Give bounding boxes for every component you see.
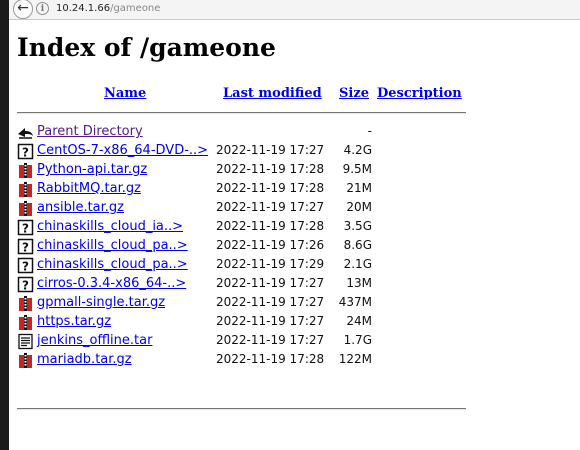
file-link[interactable]: RabbitMQ.tar.gz <box>37 181 141 196</box>
size-cell: 8.6G <box>343 238 372 252</box>
last-modified-cell: 2022-11-19 17:27 <box>216 314 325 328</box>
last-modified-cell: 2022-11-19 17:26 <box>216 238 325 252</box>
file-link[interactable]: jenkins_offline.tar <box>37 333 152 348</box>
url-path: /gameone <box>110 3 161 14</box>
last-modified-cell: 2022-11-19 17:27 <box>216 276 325 290</box>
file-row: gpmall-single.tar.gz 2022-11-19 17:27 437M <box>17 294 477 313</box>
last-modified-cell: 2022-11-19 17:28 <box>216 162 325 176</box>
size-cell: 437M <box>338 295 372 309</box>
unknown-file-icon: ? <box>17 257 34 274</box>
parent-directory-row: Parent Directory - <box>17 123 477 142</box>
svg-text:?: ? <box>22 279 29 293</box>
page-title: Index of /gameone <box>17 33 276 62</box>
compressed-file-icon <box>17 200 34 217</box>
size-cell: 24M <box>346 314 372 328</box>
svg-text:?: ? <box>22 241 29 255</box>
svg-text:?: ? <box>22 260 29 274</box>
size-cell: 13M <box>346 276 372 290</box>
file-row: jenkins_offline.tar 2022-11-19 17:27 1.7G <box>17 332 477 351</box>
column-header-last-modified[interactable]: Last modified <box>223 86 322 101</box>
unknown-file-icon: ? <box>17 219 34 236</box>
unknown-file-icon: ? <box>17 143 34 160</box>
last-modified-cell: 2022-11-19 17:28 <box>216 181 325 195</box>
column-header-size[interactable]: Size <box>339 86 369 101</box>
compressed-file-icon <box>17 352 34 369</box>
unknown-file-icon: ? <box>17 276 34 293</box>
file-row: RabbitMQ.tar.gz 2022-11-19 17:28 21M <box>17 180 477 199</box>
last-modified-cell: 2022-11-19 17:29 <box>216 257 325 271</box>
column-header-name[interactable]: Name <box>104 86 146 101</box>
text-file-icon <box>17 333 34 350</box>
file-row: ? chinaskills_cloud_pa..> 2022-11-19 17:29… <box>17 256 477 275</box>
file-link[interactable]: mariadb.tar.gz <box>37 352 132 367</box>
compressed-file-icon <box>17 314 34 331</box>
last-modified-cell: 2022-11-19 17:28 <box>216 219 325 233</box>
browser-address-bar[interactable]: ← i 10.24.1.66/gameone <box>9 0 580 20</box>
compressed-file-icon <box>17 295 34 312</box>
size-cell: 3.5G <box>343 219 372 233</box>
window-left-edge <box>0 0 9 450</box>
file-link[interactable]: CentOS-7-x86_64-DVD-..> <box>37 143 208 158</box>
url-text[interactable]: 10.24.1.66/gameone <box>56 3 160 15</box>
file-link[interactable]: gpmall-single.tar.gz <box>37 295 165 310</box>
file-row: ? cirros-0.3.4-x86_64-..> 2022-11-19 17:27… <box>17 275 477 294</box>
size-cell: 21M <box>346 181 372 195</box>
size-cell: 9.5M <box>342 162 372 176</box>
svg-text:?: ? <box>22 146 29 160</box>
header-divider <box>17 112 466 114</box>
last-modified-cell: 2022-11-19 17:27 <box>216 333 325 347</box>
unknown-file-icon: ? <box>17 238 34 255</box>
size-cell: 1.7G <box>343 333 372 347</box>
compressed-file-icon <box>17 181 34 198</box>
column-header-description[interactable]: Description <box>377 86 462 101</box>
size-cell: 4.2G <box>343 143 372 157</box>
file-link[interactable]: chinaskills_cloud_ia..> <box>37 219 183 234</box>
size-cell: 20M <box>346 200 372 214</box>
last-modified-cell: 2022-11-19 17:27 <box>216 295 325 309</box>
file-row: https.tar.gz 2022-11-19 17:27 24M <box>17 313 477 332</box>
file-link[interactable]: https.tar.gz <box>37 314 111 329</box>
back-arrow-icon[interactable]: ← <box>13 0 33 19</box>
back-icon <box>17 124 34 141</box>
file-row: ansible.tar.gz 2022-11-19 17:27 20M <box>17 199 477 218</box>
file-link[interactable]: chinaskills_cloud_pa..> <box>37 257 188 272</box>
file-row: ? CentOS-7-x86_64-DVD-..> 2022-11-19 17:27… <box>17 142 477 161</box>
svg-text:?: ? <box>22 222 29 236</box>
file-row: Python-api.tar.gz 2022-11-19 17:28 9.5M <box>17 161 477 180</box>
parent-directory-link[interactable]: Parent Directory <box>37 124 143 139</box>
url-host: 10.24.1.66 <box>56 3 111 14</box>
file-row: ? chinaskills_cloud_pa..> 2022-11-19 17:26… <box>17 237 477 256</box>
compressed-file-icon <box>17 162 34 179</box>
file-row: ? chinaskills_cloud_ia..> 2022-11-19 17:28… <box>17 218 477 237</box>
file-link[interactable]: Python-api.tar.gz <box>37 162 147 177</box>
footer-divider <box>17 408 466 410</box>
size-cell: 2.1G <box>343 257 372 271</box>
size-cell: - <box>367 124 372 138</box>
last-modified-cell: 2022-11-19 17:27 <box>216 143 325 157</box>
last-modified-cell: 2022-11-19 17:28 <box>216 352 325 366</box>
file-link[interactable]: cirros-0.3.4-x86_64-..> <box>37 276 186 291</box>
file-link[interactable]: chinaskills_cloud_pa..> <box>37 238 188 253</box>
last-modified-cell: 2022-11-19 17:27 <box>216 200 325 214</box>
size-cell: 122M <box>338 352 372 366</box>
file-row: mariadb.tar.gz 2022-11-19 17:28 122M <box>17 351 477 370</box>
file-link[interactable]: ansible.tar.gz <box>37 200 124 215</box>
site-info-icon[interactable]: i <box>36 2 49 15</box>
